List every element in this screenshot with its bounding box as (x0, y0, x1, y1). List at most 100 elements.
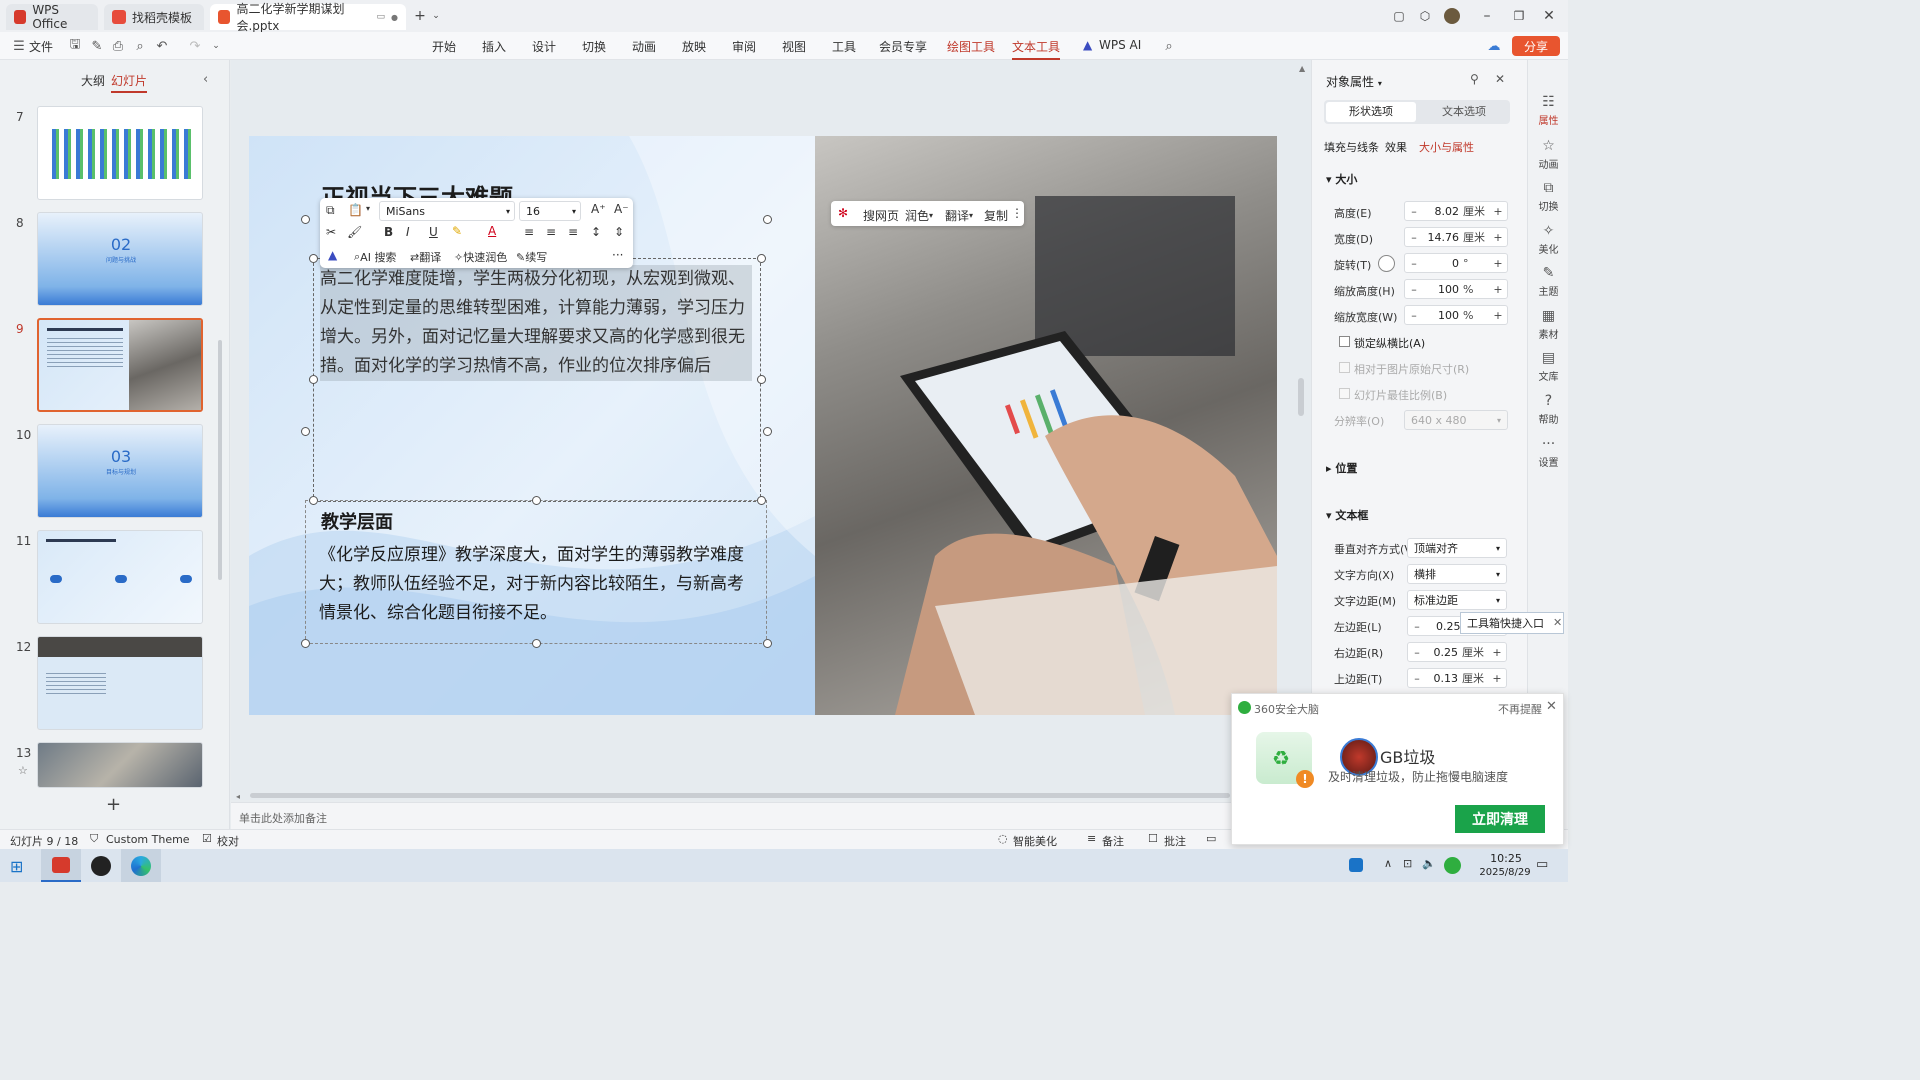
menu-icon[interactable]: ☰ (10, 37, 28, 55)
cut-icon[interactable]: ✂ (326, 225, 336, 239)
slide-thumb-8[interactable]: 02 问题与挑战 (37, 212, 203, 306)
save-icon[interactable]: 🖫 (66, 37, 84, 55)
properties-button[interactable]: ☷ 属性 (1528, 94, 1569, 127)
notes-pane[interactable]: 单击此处添加备注 (231, 802, 1311, 829)
taskbar-edge[interactable] (121, 849, 161, 882)
clock-date[interactable]: 2025/8/29 (1472, 867, 1538, 878)
resize-handle[interactable] (309, 254, 318, 263)
subtab-fill-line[interactable]: 填充与线条 (1324, 139, 1379, 155)
window-layout-icon[interactable]: ▢ (1389, 6, 1409, 26)
resize-handle[interactable] (763, 215, 772, 224)
tab-member[interactable]: 会员专享 (879, 38, 927, 55)
transition-button[interactable]: ⧉ 切换 (1528, 180, 1569, 213)
subtab-size-properties[interactable]: 大小与属性 (1419, 139, 1474, 155)
resize-handle[interactable] (309, 375, 318, 384)
volume-icon[interactable]: 🔈 (1422, 857, 1436, 870)
italic-icon[interactable]: I (406, 225, 410, 239)
copy-button[interactable]: 复制 (984, 207, 1008, 224)
top-margin-spinner[interactable]: –0.13 厘米 + (1407, 668, 1507, 688)
best-ratio-checkbox[interactable] (1339, 388, 1350, 399)
notes-button[interactable]: 备注 (1102, 833, 1124, 849)
paste-chevron-icon[interactable]: ▾ (366, 204, 370, 213)
resize-handle[interactable] (763, 427, 772, 436)
tab-shape-options[interactable]: 形状选项 (1326, 102, 1416, 122)
increment-button[interactable]: + (1489, 205, 1507, 218)
resize-handle[interactable] (301, 639, 310, 648)
increment-button[interactable]: + (1488, 672, 1506, 685)
bold-icon[interactable]: B (384, 225, 393, 239)
continue-writing-button[interactable]: ✎ 续写 (516, 249, 547, 265)
collapse-panel-icon[interactable]: ‹ (203, 72, 208, 87)
library-button[interactable]: ▤ 文库 (1528, 350, 1569, 383)
pin-icon[interactable]: ⚲ (1470, 72, 1479, 86)
section-textbox[interactable]: ▾ 文本框 (1326, 507, 1368, 523)
tab-home[interactable]: 开始 (432, 38, 456, 55)
relative-original-checkbox[interactable] (1339, 362, 1350, 373)
tab-slides[interactable]: 幻灯片 (111, 72, 148, 93)
tab-list-chevron-icon[interactable]: ⌄ (426, 6, 446, 26)
decrement-button[interactable]: – (1405, 283, 1423, 296)
translate-button[interactable]: ⇄ 翻译 (410, 249, 441, 265)
heading-teaching[interactable]: 教学层面 (321, 508, 393, 534)
comment-button[interactable]: 批注 (1164, 833, 1186, 849)
settings-button[interactable]: ··· 设置 (1528, 436, 1569, 469)
help-button[interactable]: ? 帮助 (1528, 393, 1569, 426)
tab-wps-ai[interactable]: WPS AI (1099, 38, 1141, 52)
paragraph-teaching[interactable]: 《化学反应原理》教学深度大，面对学生的薄弱教学难度大；教师队伍经验不足，对于新内… (319, 541, 759, 628)
decrement-button[interactable]: – (1408, 646, 1426, 659)
decrement-button[interactable]: – (1405, 257, 1423, 270)
windows-start-icon[interactable]: ⊞ (10, 857, 23, 876)
print-icon[interactable]: ⎙ (109, 37, 127, 55)
section-position[interactable]: ▸ 位置 (1326, 460, 1357, 476)
rotate-spinner[interactable]: –0 ° + (1404, 253, 1508, 273)
tab-text-options[interactable]: 文本选项 (1420, 102, 1508, 122)
dismiss-link[interactable]: 不再提醒 (1498, 701, 1542, 717)
redo-icon[interactable]: ↷ (186, 37, 204, 55)
height-spinner[interactable]: –8.02 厘米 + (1404, 201, 1508, 221)
panel-title[interactable]: 对象属性 ▾ (1326, 73, 1382, 90)
resize-handle[interactable] (532, 496, 541, 505)
tab-view[interactable]: 视图 (782, 38, 806, 55)
close-icon[interactable]: ✕ (1553, 616, 1562, 629)
theme-name[interactable]: Custom Theme (106, 833, 190, 846)
smart-beautify-button[interactable]: 智能美化 (1013, 833, 1057, 849)
resolution-select[interactable]: 640 x 480 ▾ (1404, 410, 1508, 430)
scroll-left-icon[interactable]: ◂ (236, 792, 240, 801)
width-value[interactable]: 14.76 (1423, 231, 1463, 244)
avatar[interactable] (1442, 6, 1462, 26)
decrement-button[interactable]: – (1408, 620, 1426, 633)
pen-icon[interactable]: ✎ (88, 37, 106, 55)
tab-outline[interactable]: 大纲 (81, 72, 105, 89)
taskbar-wps[interactable] (41, 849, 81, 882)
increase-font-icon[interactable]: A⁺ (591, 202, 606, 216)
resize-handle[interactable] (532, 639, 541, 648)
resize-handle[interactable] (757, 254, 766, 263)
top-margin-value[interactable]: 0.13 (1426, 672, 1462, 685)
lock-ratio-checkbox[interactable] (1339, 336, 1350, 347)
search-icon[interactable]: ⌕ (1160, 37, 1178, 55)
horizontal-scrollbar[interactable] (250, 793, 1230, 798)
close-popup-icon[interactable]: ✕ (1546, 699, 1557, 714)
rotate-value[interactable]: 0 (1423, 257, 1463, 270)
scale-height-spinner[interactable]: –100% + (1404, 279, 1508, 299)
section-size[interactable]: ▾ 大小 (1326, 171, 1357, 187)
cube-icon[interactable]: ⬡ (1415, 6, 1435, 26)
file-menu[interactable]: 文件 (29, 38, 53, 55)
slide-thumb-9[interactable] (37, 318, 203, 412)
scale-width-spinner[interactable]: –100% + (1404, 305, 1508, 325)
tray-app-icon[interactable] (1349, 858, 1363, 872)
right-margin-spinner[interactable]: –0.25 厘米 + (1407, 642, 1507, 662)
wps-ai-icon[interactable]: ▲ (328, 248, 337, 262)
tab-drawing-tools[interactable]: 绘图工具 (947, 38, 995, 55)
line-spacing-icon[interactable]: ↕ (591, 225, 601, 239)
tab-animation[interactable]: 动画 (632, 38, 656, 55)
resize-handle[interactable] (301, 427, 310, 436)
notification-icon[interactable]: ▭ (1536, 857, 1548, 872)
align-right-icon[interactable]: ≡ (568, 225, 578, 239)
tab-template[interactable]: 找稻壳模板 (104, 4, 204, 30)
paste-icon[interactable]: 📋 (348, 203, 363, 217)
right-margin-value[interactable]: 0.25 (1426, 646, 1462, 659)
increment-button[interactable]: + (1489, 309, 1507, 322)
more-options-button[interactable]: ··· (612, 248, 623, 262)
underline-icon[interactable]: U (429, 225, 438, 239)
